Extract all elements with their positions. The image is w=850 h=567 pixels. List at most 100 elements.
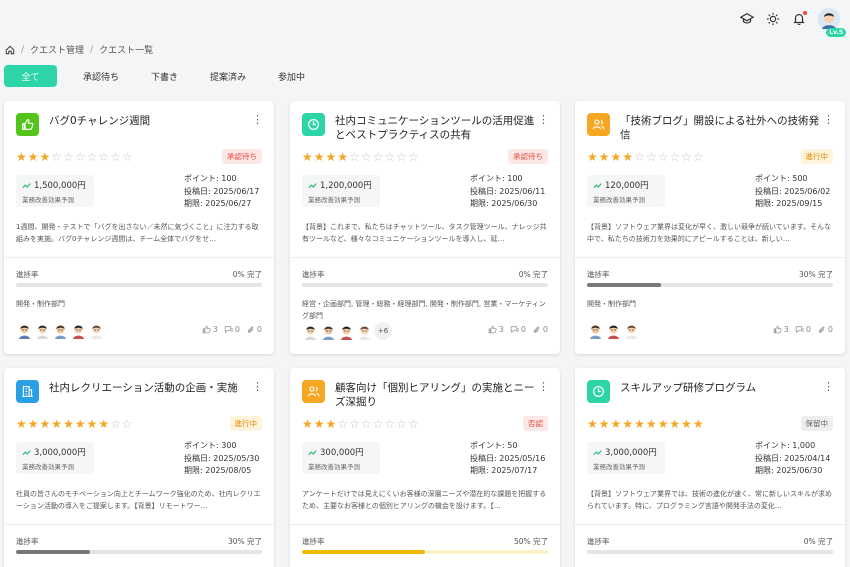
- posted-row: 投稿日: 2025/06/02: [755, 186, 833, 199]
- member-avatar[interactable]: [70, 322, 87, 339]
- difficulty-stars: ★★★★★★★★☆☆: [16, 417, 134, 431]
- tab-drafts[interactable]: 下書き: [135, 65, 194, 87]
- difficulty-stars: ★★★★☆☆☆☆☆☆: [302, 150, 420, 164]
- quest-card[interactable]: 顧客向け「個別ヒアリング」の実施とニーズ深掘り ⋮ ★★★☆☆☆☆☆☆☆ 否認 300,…: [290, 368, 560, 567]
- deadline-row: 期限: 2025/06/30: [470, 198, 548, 211]
- member-avatar[interactable]: [320, 322, 337, 340]
- member-avatar[interactable]: [605, 322, 622, 339]
- status-badge: 保留中: [800, 416, 833, 431]
- posted-date: 2025/04/14: [784, 453, 831, 463]
- member-avatar[interactable]: [623, 322, 640, 339]
- like-button[interactable]: 3: [488, 325, 504, 334]
- star-filled-icon: ★: [325, 417, 338, 431]
- users-icon: [302, 380, 325, 403]
- member-avatar[interactable]: [302, 322, 319, 340]
- more-menu-icon[interactable]: ⋮: [538, 114, 549, 125]
- star-filled-icon: ★: [587, 150, 599, 164]
- like-button[interactable]: 3: [202, 325, 218, 334]
- status-badge: 進行中: [229, 416, 262, 431]
- more-menu-icon[interactable]: ⋮: [538, 381, 549, 392]
- star-filled-icon: ★: [598, 150, 611, 164]
- effect-estimate-label: 業務改善効果予測: [308, 196, 360, 204]
- graduation-cap-icon[interactable]: [740, 12, 754, 26]
- member-avatar[interactable]: [587, 322, 604, 339]
- member-avatar[interactable]: [88, 322, 105, 339]
- more-menu-icon[interactable]: ⋮: [823, 381, 834, 392]
- member-avatar[interactable]: [356, 322, 373, 340]
- star-filled-icon: ★: [598, 417, 611, 431]
- more-menu-icon[interactable]: ⋮: [252, 381, 263, 392]
- points-label: ポイント:: [755, 174, 793, 183]
- star-empty-icon: ☆: [669, 150, 682, 164]
- like-button[interactable]: 3: [773, 325, 789, 334]
- card-header: バグ0チャレンジ週間 ⋮: [16, 113, 263, 136]
- progress-bar: [16, 283, 262, 287]
- card-header: 社内コミュニケーションツールの活用促進とベストプラクティスの共有 ⋮: [302, 113, 549, 142]
- quest-card[interactable]: 社内コミュニケーションツールの活用促進とベストプラクティスの共有 ⋮ ★★★★☆☆☆…: [290, 101, 560, 354]
- quest-card[interactable]: 社内レクリエーション活動の企画・実施 ⋮ ★★★★★★★★☆☆ 進行中 3,000,00…: [4, 368, 274, 567]
- quest-card[interactable]: スキルアップ研修プログラム ⋮ ★★★★★★★★★★ 保留中 3,000,000円 業務改…: [575, 368, 845, 567]
- star-empty-icon: ☆: [657, 150, 670, 164]
- deadline-label: 期限:: [755, 466, 777, 475]
- more-members-count[interactable]: +6: [374, 322, 392, 340]
- comment-icon: [224, 326, 233, 334]
- like-count: 3: [212, 325, 218, 334]
- attachment-button[interactable]: 0: [817, 325, 833, 334]
- user-avatar[interactable]: Lv.5: [818, 8, 846, 37]
- status-badge: 否認: [523, 416, 548, 431]
- sun-icon[interactable]: [766, 12, 780, 26]
- member-avatar[interactable]: [52, 322, 69, 339]
- tab-participating[interactable]: 参加中: [262, 65, 321, 87]
- deadline-row: 期限: 2025/07/17: [470, 465, 548, 478]
- star-filled-icon: ★: [692, 417, 705, 431]
- tab-all[interactable]: 全て: [4, 65, 57, 87]
- deadline-label: 期限:: [755, 199, 777, 208]
- like-count: 3: [783, 325, 789, 334]
- member-avatars: [16, 322, 105, 339]
- quest-card[interactable]: バグ0チャレンジ週間 ⋮ ★★★☆☆☆☆☆☆☆ 承認待ち 1,500,000円 業務改善効…: [4, 101, 274, 354]
- effect-estimate-value: 300,000円: [308, 446, 374, 458]
- star-filled-icon: ★: [622, 150, 635, 164]
- home-icon[interactable]: [5, 45, 15, 55]
- attachment-button[interactable]: 0: [532, 325, 548, 334]
- more-menu-icon[interactable]: ⋮: [823, 114, 834, 125]
- deadline-row: 期限: 2025/08/05: [184, 465, 262, 478]
- comment-button[interactable]: 0: [510, 325, 526, 334]
- star-filled-icon: ★: [622, 417, 635, 431]
- posted-row: 投稿日: 2025/06/17: [184, 186, 262, 199]
- points-row: ポイント: 100: [184, 173, 262, 186]
- tab-pending-approval[interactable]: 承認待ち: [67, 65, 135, 87]
- comment-count: 0: [520, 325, 526, 334]
- quest-card[interactable]: 「技術ブログ」開設による社外への技術発信 ⋮ ★★★★☆☆☆☆☆☆ 進行中 120,00…: [575, 101, 845, 354]
- deadline-row: 期限: 2025/06/27: [184, 198, 262, 211]
- comment-icon: [510, 326, 519, 334]
- star-empty-icon: ☆: [645, 150, 658, 164]
- card-title[interactable]: 社内レクリエーション活動の企画・実施: [49, 380, 252, 395]
- effect-estimate-label: 業務改善効果予測: [308, 463, 360, 471]
- member-avatar[interactable]: [34, 322, 51, 339]
- star-filled-icon: ★: [645, 417, 658, 431]
- attachment-button[interactable]: 0: [246, 325, 262, 334]
- tab-proposed[interactable]: 提案済み: [194, 65, 262, 87]
- more-menu-icon[interactable]: ⋮: [252, 114, 263, 125]
- effect-estimate-value: 120,000円: [593, 179, 659, 191]
- card-title[interactable]: 「技術ブログ」開設による社外への技術発信: [620, 113, 823, 142]
- star-filled-icon: ★: [16, 150, 28, 164]
- card-title[interactable]: バグ0チャレンジ週間: [49, 113, 252, 128]
- breadcrumb-item-quest-management[interactable]: クエスト管理: [30, 43, 84, 56]
- star-empty-icon: ☆: [372, 150, 385, 164]
- progress-row: 進捗率 0% 完了: [587, 536, 833, 547]
- notification-bell[interactable]: [792, 11, 807, 26]
- comment-button[interactable]: 0: [795, 325, 811, 334]
- comment-button[interactable]: 0: [224, 325, 240, 334]
- effect-estimate-value: 3,000,000円: [22, 446, 88, 458]
- member-avatar[interactable]: [16, 322, 33, 339]
- card-title[interactable]: 社内コミュニケーションツールの活用促進とベストプラクティスの共有: [335, 113, 538, 142]
- star-filled-icon: ★: [657, 417, 670, 431]
- progress-row: 進捗率 30% 完了: [16, 536, 262, 547]
- card-title[interactable]: 顧客向け「個別ヒアリング」の実施とニーズ深掘り: [335, 380, 538, 409]
- card-title[interactable]: スキルアップ研修プログラム: [620, 380, 823, 395]
- points-row: ポイント: 1,000: [755, 440, 833, 453]
- member-avatar[interactable]: [338, 322, 355, 340]
- status-badge: 承認待ち: [222, 149, 262, 164]
